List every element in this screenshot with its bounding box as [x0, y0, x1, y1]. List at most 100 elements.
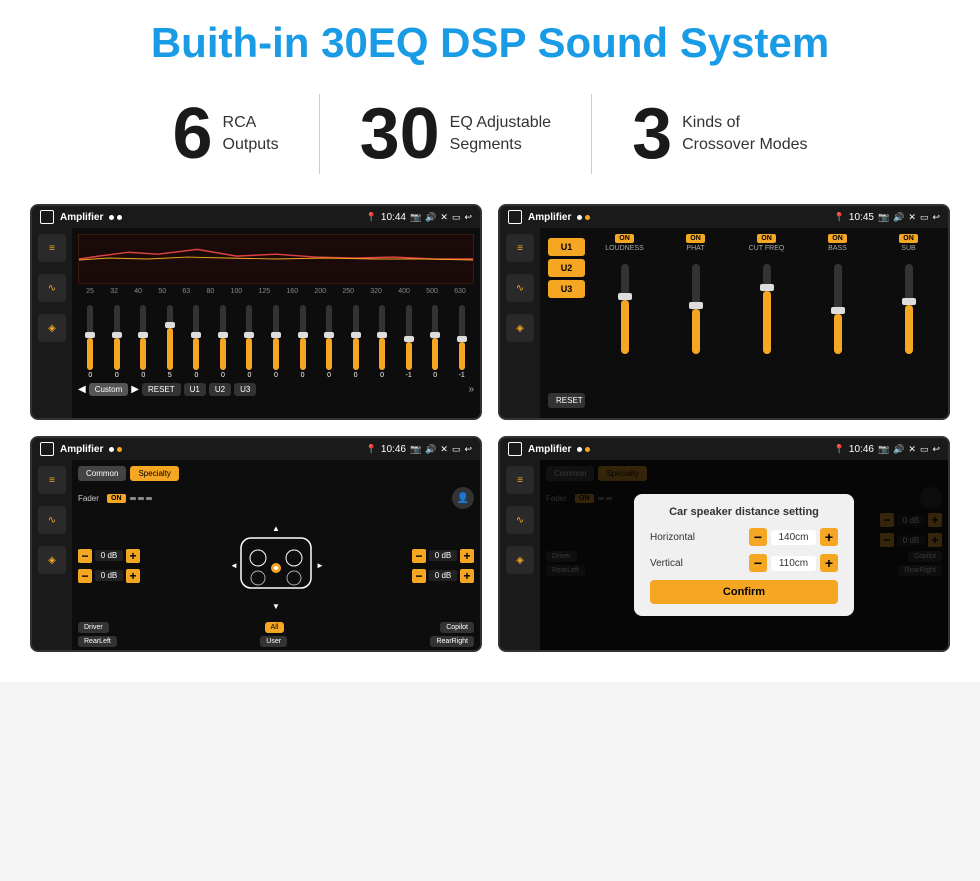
- cross-side-btn-3[interactable]: ◈: [506, 314, 534, 342]
- dialog-title: Car speaker distance setting: [650, 506, 838, 518]
- custom-btn[interactable]: Custom: [89, 383, 129, 396]
- status-right-4: 📍 10:46 📷 🔊 ✕ ▭ ↩: [834, 444, 940, 455]
- vol-row-left-2: − 0 dB +: [78, 569, 140, 583]
- vol-minus-3[interactable]: −: [412, 549, 426, 563]
- app-content-2: ≡ ∿ ◈ U1 U2 U3: [500, 228, 948, 418]
- ch-label-loudness: LOUDNESS: [605, 245, 644, 252]
- dialog-overlay: Car speaker distance setting Horizontal …: [540, 460, 948, 650]
- driver-btn[interactable]: Driver: [78, 622, 109, 633]
- feature-number-3: 3: [632, 98, 672, 170]
- screen-distance: Amplifier 📍 10:46 📷 🔊 ✕ ▭ ↩: [498, 436, 950, 652]
- dist-side-btn-2[interactable]: ∿: [506, 506, 534, 534]
- more-icon[interactable]: »: [468, 384, 474, 395]
- camera-icon-3: 📷: [410, 444, 421, 455]
- speaker-icon-2: ◈: [516, 323, 524, 334]
- horizontal-plus[interactable]: +: [820, 528, 838, 546]
- time-2: 10:45: [849, 212, 874, 223]
- horizontal-minus[interactable]: −: [749, 528, 767, 546]
- mini-slider-1[interactable]: [130, 497, 136, 500]
- rearleft-btn[interactable]: RearLeft: [78, 636, 117, 647]
- dist-side-btn-3[interactable]: ◈: [506, 546, 534, 574]
- user-btn[interactable]: User: [260, 636, 287, 647]
- location-icon-4: 📍: [834, 444, 845, 455]
- prev-icon[interactable]: ◀: [78, 384, 86, 395]
- vol-plus-2[interactable]: +: [126, 569, 140, 583]
- status-bar-3: Amplifier 📍 10:46 📷 🔊 ✕ ▭ ↩: [32, 438, 480, 460]
- preset-u1[interactable]: U1: [548, 238, 585, 256]
- profile-icon[interactable]: 👤: [452, 487, 474, 509]
- dot-8: [585, 447, 590, 452]
- speaker-icon-3: ◈: [48, 555, 56, 566]
- rearright-btn[interactable]: RearRight: [430, 636, 474, 647]
- distance-dialog: Car speaker distance setting Horizontal …: [634, 494, 854, 616]
- fader-panel: Common Specialty Fader ON 👤: [72, 460, 480, 650]
- dot-6: [117, 447, 122, 452]
- ch-cutfreq: ON CUT FREQ: [733, 234, 800, 252]
- tab-specialty-3[interactable]: Specialty: [130, 466, 178, 481]
- back-icon-2[interactable]: ↩: [932, 212, 940, 223]
- reset-btn-1[interactable]: RESET: [142, 383, 181, 396]
- cross-side-btn-2[interactable]: ∿: [506, 274, 534, 302]
- home-icon-3[interactable]: [40, 442, 54, 456]
- reset-btn-2[interactable]: RESET: [548, 393, 585, 408]
- volume-icon-2: 🔊: [893, 212, 904, 223]
- cross-side-btn-1[interactable]: ≡: [506, 234, 534, 262]
- fader-side-btn-3[interactable]: ◈: [38, 546, 66, 574]
- app-content-4: ≡ ∿ ◈ Common Specialty: [500, 460, 948, 650]
- wave-icon-2: ∿: [516, 283, 524, 294]
- vol-minus-1[interactable]: −: [78, 549, 92, 563]
- eq-side-btn-2[interactable]: ∿: [38, 274, 66, 302]
- back-icon-1[interactable]: ↩: [464, 212, 472, 223]
- vol-plus-3[interactable]: +: [460, 549, 474, 563]
- status-left-3: Amplifier: [40, 442, 122, 456]
- back-icon-4[interactable]: ↩: [932, 444, 940, 455]
- vol-minus-2[interactable]: −: [78, 569, 92, 583]
- home-icon-1[interactable]: [40, 210, 54, 224]
- confirm-button[interactable]: Confirm: [650, 580, 838, 604]
- sliders-icon-4: ≡: [517, 475, 523, 486]
- volume-icon-1: 🔊: [425, 212, 436, 223]
- page-wrapper: Buith-in 30EQ DSP Sound System 6 RCA Out…: [0, 0, 980, 682]
- mini-slider-3[interactable]: [146, 497, 152, 500]
- volume-icon-3: 🔊: [425, 444, 436, 455]
- dist-side-btn-1[interactable]: ≡: [506, 466, 534, 494]
- ch-slider-bass: [804, 260, 871, 358]
- mini-slider-2[interactable]: [138, 497, 144, 500]
- ch-label-cutfreq: CUT FREQ: [749, 245, 785, 252]
- vol-value-3: 0 dB: [429, 550, 457, 561]
- status-right-3: 📍 10:46 📷 🔊 ✕ ▭ ↩: [366, 444, 472, 455]
- fader-side-btn-2[interactable]: ∿: [38, 506, 66, 534]
- u2-btn[interactable]: U2: [209, 383, 231, 396]
- preset-u3[interactable]: U3: [548, 280, 585, 298]
- eq-slider-10: 0: [317, 305, 342, 379]
- home-icon-4[interactable]: [508, 442, 522, 456]
- fader-side-btn-1[interactable]: ≡: [38, 466, 66, 494]
- vol-plus-1[interactable]: +: [126, 549, 140, 563]
- ch-loudness: ON LOUDNESS: [591, 234, 658, 252]
- ch-bass: ON BASS: [804, 234, 871, 252]
- tab-common-3[interactable]: Common: [78, 466, 126, 481]
- copilot-btn[interactable]: Copilot: [440, 622, 474, 633]
- all-btn[interactable]: All: [265, 622, 285, 633]
- eq-slider-7: 0: [237, 305, 262, 379]
- vol-plus-4[interactable]: +: [460, 569, 474, 583]
- vol-minus-4[interactable]: −: [412, 569, 426, 583]
- feature-text-eq: EQ Adjustable Segments: [450, 112, 551, 157]
- side-controls-4: ≡ ∿ ◈: [500, 460, 540, 650]
- screen1-title: Amplifier: [60, 212, 103, 223]
- u1-btn[interactable]: U1: [184, 383, 206, 396]
- fader-label: Fader: [78, 494, 103, 503]
- vertical-plus[interactable]: +: [820, 554, 838, 572]
- back-icon-3[interactable]: ↩: [464, 444, 472, 455]
- svg-text:▼: ▼: [272, 602, 280, 611]
- battery-icon-1: ▭: [452, 212, 461, 223]
- wave-icon-3: ∿: [48, 515, 56, 526]
- eq-side-btn-1[interactable]: ≡: [38, 234, 66, 262]
- home-icon-2[interactable]: [508, 210, 522, 224]
- eq-side-btn-3[interactable]: ◈: [38, 314, 66, 342]
- next-icon[interactable]: ▶: [131, 384, 139, 395]
- vertical-minus[interactable]: −: [749, 554, 767, 572]
- u3-btn[interactable]: U3: [234, 383, 256, 396]
- preset-u2[interactable]: U2: [548, 259, 585, 277]
- status-left-2: Amplifier: [508, 210, 590, 224]
